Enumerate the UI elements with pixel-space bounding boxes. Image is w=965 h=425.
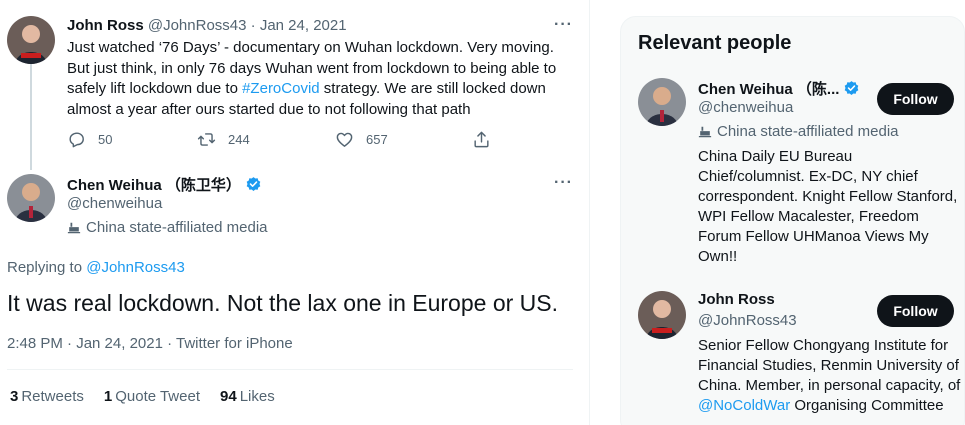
person-name-text[interactable]: Chen Weihua （陈...	[698, 81, 839, 98]
retweet-button[interactable]: 244	[197, 130, 250, 149]
person-handle[interactable]: @chenweihua	[698, 99, 793, 116]
more-icon[interactable]: ···	[554, 174, 573, 192]
focus-author-name[interactable]: Chen Weihua （陈卫华）	[67, 177, 241, 194]
thread-connector	[30, 64, 32, 170]
state-media-icon	[67, 222, 81, 233]
follow-button[interactable]: Follow	[877, 83, 954, 115]
state-media-icon	[698, 126, 712, 137]
focus-author-handle[interactable]: @chenweihua	[67, 195, 162, 212]
tweet-timestamp[interactable]: 2:48 PM · Jan 24, 2021 · Twitter for iPh…	[7, 335, 293, 352]
like-button[interactable]: 657	[335, 130, 388, 149]
quote-label: Quote Tweet	[115, 388, 200, 405]
parent-author-handle[interactable]: @JohnRoss43	[148, 17, 247, 34]
person-bio-text: Senior Fellow Chongyang Institute for Fi…	[698, 337, 961, 394]
parent-tweet-text: Just watched ‘76 Days’ - documentary on …	[67, 38, 572, 120]
john-ross-avatar[interactable]	[7, 16, 55, 64]
reply-icon	[69, 132, 84, 148]
state-media-text: China state-affiliated media	[86, 219, 268, 236]
quote-tweets-stat[interactable]: 1 Quote Tweet	[104, 388, 200, 405]
person-bio: China Daily EU Bureau Chief/columnist. E…	[698, 148, 958, 265]
verified-icon	[245, 176, 262, 193]
likes-stat[interactable]: 94 Likes	[220, 388, 275, 405]
retweet-icon	[197, 133, 216, 146]
bio-mention-link[interactable]: @NoColdWar	[698, 397, 790, 414]
person-bio-end: Organising Committee	[790, 397, 944, 414]
hashtag-link[interactable]: #ZeroCovid	[242, 80, 320, 97]
person-bio: Senior Fellow Chongyang Institute for Fi…	[698, 336, 963, 416]
share-icon	[474, 131, 489, 148]
like-count: 657	[366, 132, 388, 147]
retweets-stat[interactable]: 3 Retweets	[10, 388, 84, 405]
parent-tweet-date[interactable]: Jan 24, 2021	[260, 17, 347, 34]
state-media-text: China state-affiliated media	[717, 123, 899, 140]
share-button[interactable]	[472, 130, 503, 149]
separator-dot: ·	[250, 17, 256, 34]
likes-label: Likes	[239, 388, 275, 405]
person-handle[interactable]: @JohnRoss43	[698, 312, 797, 329]
relevant-people-panel: Relevant people Chen Weihua （陈... @chenw…	[620, 16, 965, 425]
verified-icon	[843, 80, 860, 97]
reply-count: 50	[98, 132, 113, 147]
john-ross-avatar[interactable]	[638, 291, 686, 339]
person-name: Chen Weihua （陈...	[698, 78, 860, 99]
replying-to: Replying to @JohnRoss43	[7, 259, 185, 276]
chen-weihua-avatar[interactable]	[7, 174, 55, 222]
state-media-label[interactable]: China state-affiliated media	[67, 219, 268, 236]
focus-author: Chen Weihua （陈卫华）	[67, 174, 262, 195]
divider	[7, 369, 573, 370]
relevant-people-title: Relevant people	[638, 32, 792, 54]
focus-tweet-text: It was real lockdown. Not the lax one in…	[7, 290, 559, 316]
more-icon[interactable]: ···	[554, 16, 573, 34]
retweets-count: 3	[10, 388, 19, 405]
parent-tweet-header: John Ross @JohnRoss43 · Jan 24, 2021	[67, 17, 347, 34]
parent-author-name[interactable]: John Ross	[67, 17, 144, 34]
parent-tweet-actions: 50 244 657	[67, 130, 497, 152]
engagement-stats: 3 Retweets 1 Quote Tweet 94 Likes	[10, 388, 295, 405]
tweet-thread: John Ross @JohnRoss43 · Jan 24, 2021 ···…	[0, 0, 590, 425]
likes-count: 94	[220, 388, 237, 405]
replying-to-prefix: Replying to	[7, 259, 87, 276]
chen-weihua-avatar[interactable]	[638, 78, 686, 126]
quote-count: 1	[103, 388, 113, 405]
follow-button[interactable]: Follow	[877, 295, 954, 327]
retweet-count: 244	[228, 132, 250, 147]
retweets-label: Retweets	[21, 388, 84, 405]
person-name[interactable]: John Ross	[698, 291, 775, 308]
replying-to-mention[interactable]: @JohnRoss43	[86, 259, 185, 276]
like-icon	[336, 132, 353, 147]
reply-button[interactable]: 50	[67, 130, 112, 149]
state-media-label[interactable]: China state-affiliated media	[698, 123, 899, 140]
